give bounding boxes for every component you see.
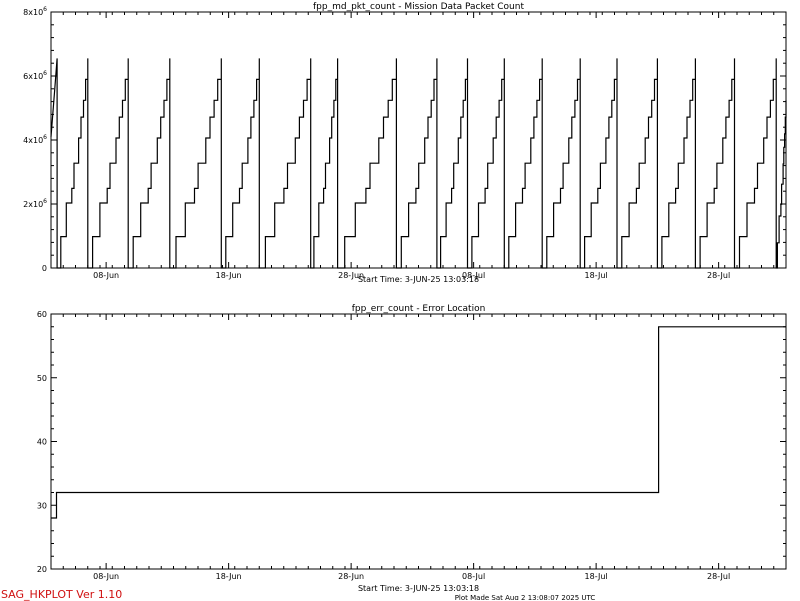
y-tick-label: 40 [37,438,47,447]
y-tick-label: 20 [37,565,47,574]
chart-title: fpp_md_pkt_count - Mission Data Packet C… [313,2,524,12]
x-tick-label: 18-Jul [585,572,608,581]
x-tick-label: 28-Jul [707,271,730,280]
x-tick-label: 08-Jun [93,572,119,581]
error-location-chart: fpp_err_count - Error Location 20 30 40 50 60… [37,304,787,593]
start-time-label: Start Time: 3-JUN-25 13:03:18 [358,584,479,593]
x-tick-label: 08-Jul [462,572,485,581]
series-line [50,58,787,269]
y-tick-label: 2x106 [23,198,47,209]
y-tick-label: 50 [37,374,47,383]
y-tick-label: 6x106 [23,70,47,81]
y-tick-label: 0 [42,264,47,273]
y-tick-label: 8x106 [23,6,47,17]
packet-count-chart: fpp_md_pkt_count - Mission Data Packet C… [23,2,787,284]
plot-frame [50,11,787,269]
y-tick-label: 30 [37,501,47,510]
x-tick-label: 18-Jun [216,572,242,581]
chart-title: fpp_err_count - Error Location [352,304,486,314]
y-tick-label: 60 [37,310,47,319]
plot-canvas: fpp_md_pkt_count - Mission Data Packet C… [23,2,787,600]
plot-made-label: Plot Made Sat Aug 2 13:08:07 2025 UTC [455,594,596,600]
y-tick-label: 4x106 [23,134,47,145]
x-tick-label: 28-Jun [338,572,364,581]
start-time-label: Start Time: 3-JUN-25 13:03:18 [358,275,479,284]
plot-frame [50,313,787,570]
x-tick-label: 18-Jun [216,271,242,280]
x-tick-label: 28-Jul [707,572,730,581]
x-tick-label: 08-Jun [93,271,119,280]
program-version-label: SAG_HKPLOT Ver 1.10 [1,588,123,601]
series-line [51,326,786,519]
x-tick-label: 18-Jul [585,271,608,280]
